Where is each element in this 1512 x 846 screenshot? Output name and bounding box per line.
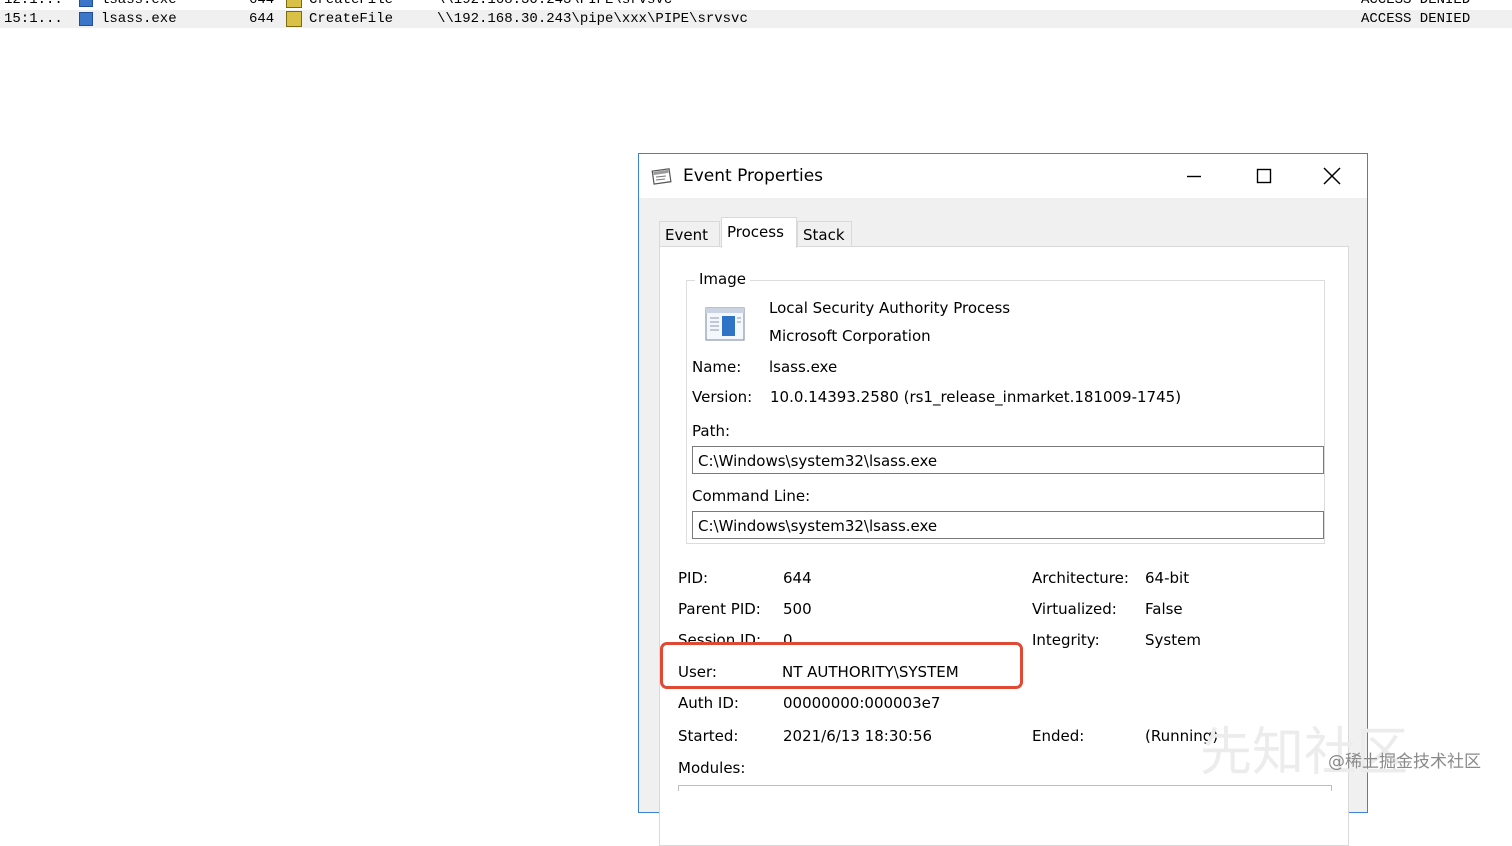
architecture-value: 64-bit [1145, 569, 1190, 587]
name-value: lsass.exe [769, 358, 838, 376]
path-cell: \\192.168.30.243\pipe\xxx\PIPE\srvsvc [437, 11, 748, 27]
modules-label: Modules: [678, 759, 746, 777]
process-cell: lsass.exe [101, 11, 177, 27]
minimize-button[interactable] [1165, 154, 1223, 198]
parent-pid-label: Parent PID: [678, 600, 761, 618]
version-label: Version: [692, 388, 753, 406]
event-properties-icon [651, 168, 672, 185]
started-label: Started: [678, 727, 739, 745]
event-row[interactable]: 12:1... lsass.exe 644 CreateFile \\192.1… [0, 0, 1512, 9]
time-cell: 15:1... [4, 11, 63, 27]
pid-cell: 644 [249, 11, 275, 27]
image-group-label: Image [695, 270, 750, 288]
path-field[interactable]: C:\Windows\system32\lsass.exe [692, 446, 1324, 474]
close-icon [1323, 167, 1341, 185]
auth-id-value: 00000000:000003e7 [783, 694, 941, 712]
parent-pid-value: 500 [783, 600, 812, 618]
watermark-text: @稀土掘金技术社区 [1328, 752, 1481, 772]
auth-id-label: Auth ID: [678, 694, 739, 712]
tab-stack[interactable]: Stack [797, 221, 852, 247]
minimize-icon [1187, 175, 1201, 178]
dialog-title: Event Properties [683, 166, 824, 186]
operation-cell: CreateFile [309, 0, 394, 8]
command-line-label: Command Line: [692, 487, 811, 505]
operation-cell: CreateFile [309, 11, 394, 27]
image-groupbox: Image Local Security Authority Process M… [686, 270, 1325, 544]
process-icon [79, 12, 93, 26]
integrity-label: Integrity: [1032, 631, 1100, 649]
path-label: Path: [692, 422, 731, 440]
event-row[interactable]: 15:1... lsass.exe 644 CreateFile \\192.1… [0, 10, 1512, 28]
pid-value: 644 [783, 569, 812, 587]
version-value: 10.0.14393.2580 (rs1_release_inmarket.18… [770, 388, 1182, 406]
pid-cell: 644 [249, 0, 275, 8]
modules-list[interactable] [678, 785, 1332, 791]
file-operation-icon [286, 0, 302, 8]
tab-process[interactable]: Process [721, 217, 797, 248]
path-cell: \\192.168.30.243\PIPE\srvsvc [437, 0, 673, 8]
command-line-field[interactable]: C:\Windows\system32\lsass.exe [692, 511, 1324, 539]
time-cell: 12:1... [4, 0, 63, 8]
pid-label: PID: [678, 569, 709, 587]
executable-icon [705, 307, 745, 341]
maximize-button[interactable] [1235, 154, 1293, 198]
title-bar[interactable]: Event Properties [639, 154, 1367, 198]
result-cell: ACCESS DENIED [1361, 0, 1471, 8]
user-highlight-box [660, 642, 1023, 689]
architecture-label: Architecture: [1032, 569, 1129, 587]
close-button[interactable] [1303, 154, 1361, 198]
name-label: Name: [692, 358, 742, 376]
image-description: Local Security Authority Process [769, 299, 1011, 317]
virtualized-value: False [1145, 600, 1183, 618]
maximize-icon [1256, 168, 1272, 184]
integrity-value: System [1145, 631, 1201, 649]
result-cell: ACCESS DENIED [1361, 11, 1471, 27]
started-value: 2021/6/13 18:30:56 [783, 727, 933, 745]
image-company: Microsoft Corporation [769, 327, 931, 345]
ended-label: Ended: [1032, 727, 1085, 745]
file-operation-icon [286, 11, 302, 27]
tab-event[interactable]: Event [659, 221, 720, 247]
process-cell: lsass.exe [101, 0, 177, 8]
process-icon [79, 0, 93, 7]
virtualized-label: Virtualized: [1032, 600, 1117, 618]
